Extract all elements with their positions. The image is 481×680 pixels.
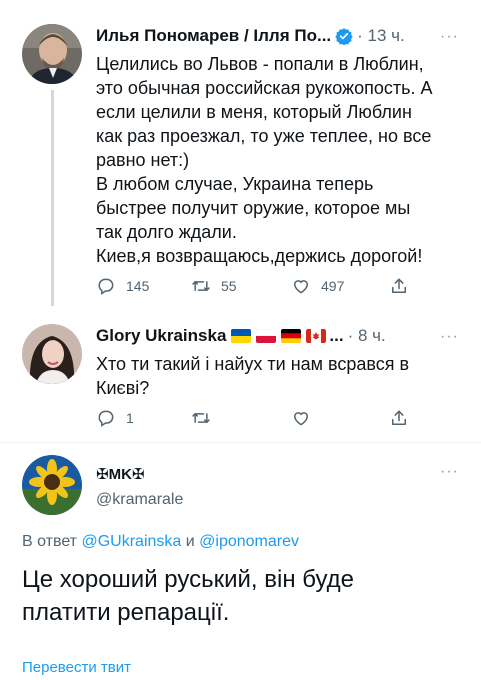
retweet-icon [192, 281, 210, 291]
heart-icon [293, 412, 309, 426]
reply-count: 145 [126, 278, 150, 294]
more-options-icon[interactable]: ··· [440, 328, 459, 346]
tweet-actions: 1 [96, 408, 409, 428]
tweet-text: Целились во Львов - попали в Люблин, это… [96, 52, 466, 268]
tweet-line: Києві? [96, 378, 150, 398]
like-button[interactable]: 497 [291, 276, 389, 296]
more-options-icon[interactable]: ··· [440, 28, 459, 46]
share-button[interactable] [389, 276, 409, 296]
tweet-line: Хто ти такий і найух ти нам всрався в [96, 354, 410, 374]
tweet-line: если целили в меня, который Люблин [96, 102, 412, 122]
avatar[interactable] [22, 24, 82, 84]
heart-icon [293, 280, 309, 294]
tweet-text: Хто ти такий і найух ти нам всрався в Ки… [96, 352, 466, 400]
translate-tweet-link[interactable]: Перевести твит [22, 659, 131, 676]
retweet-count: 55 [221, 278, 237, 294]
reply-user-link[interactable]: @iponomarev [199, 533, 299, 550]
reply-icon [98, 278, 114, 295]
reply-and: и [185, 533, 195, 550]
reply-button[interactable]: 145 [96, 276, 191, 296]
reply-user-link[interactable]: @GUkrainska [81, 533, 181, 550]
poland-flag-icon [256, 329, 277, 343]
avatar-portrait-image [22, 324, 82, 384]
share-button[interactable] [389, 408, 409, 428]
tweet-glory-ukrainska[interactable]: Glory Ukrainska ... · 8 ч. ··· Хто ти та… [0, 312, 481, 442]
author-row: Илья Пономарев / Ілля По... · 13 ч. [96, 26, 405, 46]
tweet-ponomarev[interactable]: Илья Пономарев / Ілля По... · 13 ч. ··· … [0, 0, 481, 312]
avatar[interactable] [22, 455, 82, 515]
author-name[interactable]: Glory Ukrainska [96, 326, 226, 346]
tweet-line: равно нет:) [96, 150, 190, 170]
tweet-time[interactable]: · 8 ч. [348, 326, 386, 346]
author-row: Glory Ukrainska ... · 8 ч. [96, 326, 386, 346]
reply-prefix: В ответ [22, 533, 78, 550]
avatar-sunflower-image [22, 455, 82, 515]
avatar[interactable] [22, 324, 82, 384]
more-options-icon[interactable]: ··· [440, 463, 459, 481]
canada-flag-icon [306, 329, 327, 343]
ukraine-flag-icon [231, 329, 252, 343]
tweet-line: Целились во Львов - попали в Люблин, [96, 54, 424, 74]
retweet-button[interactable] [191, 408, 291, 428]
tweet-line: Киев,я возвращаюсь,держись дорогой! [96, 246, 423, 266]
tweet-line: Це хороший руський, він буде [22, 566, 355, 593]
tweet-line: В любом случае, Украина теперь [96, 174, 374, 194]
reply-to-line: В ответ @GUkrainska и @iponomarev [22, 533, 299, 551]
author-name[interactable]: ✠MK✠ [96, 465, 144, 483]
author-name[interactable]: Илья Пономарев / Ілля По... [96, 26, 331, 46]
tweet-line: быстрее получит оружие, которое мы [96, 198, 411, 218]
like-count: 497 [321, 278, 345, 294]
author-handle[interactable]: @kramarale [96, 491, 183, 509]
tweet-kramarale[interactable]: ✠MK✠ @kramarale ··· В ответ @GUkrainska … [0, 443, 481, 680]
name-ellipsis: ... [329, 326, 344, 345]
like-button[interactable] [291, 408, 389, 428]
tweet-line: это обычная российская рукожопость. А [96, 78, 433, 98]
tweet-actions: 145 55 497 [96, 276, 409, 296]
retweet-button[interactable]: 55 [191, 276, 291, 296]
share-icon [392, 410, 406, 425]
germany-flag-icon [281, 329, 302, 343]
verified-badge-icon [335, 28, 353, 45]
reply-icon [98, 410, 114, 427]
tweet-text: Це хороший руський, він буде платити реп… [22, 563, 462, 629]
tweet-time[interactable]: · 13 ч. [357, 26, 405, 46]
tweet-line: платити репарації. [22, 599, 230, 626]
tweet-line: как раз проезжал, то уже теплее, но все [96, 126, 432, 146]
tweet-line: так долго ждали. [96, 222, 237, 242]
reply-count: 1 [126, 410, 134, 426]
reply-button[interactable]: 1 [96, 408, 191, 428]
share-icon [392, 278, 406, 293]
author-row: ✠MK✠ [96, 465, 144, 483]
retweet-icon [192, 413, 210, 423]
thread-line [51, 90, 54, 306]
avatar-portrait-image [22, 24, 82, 84]
